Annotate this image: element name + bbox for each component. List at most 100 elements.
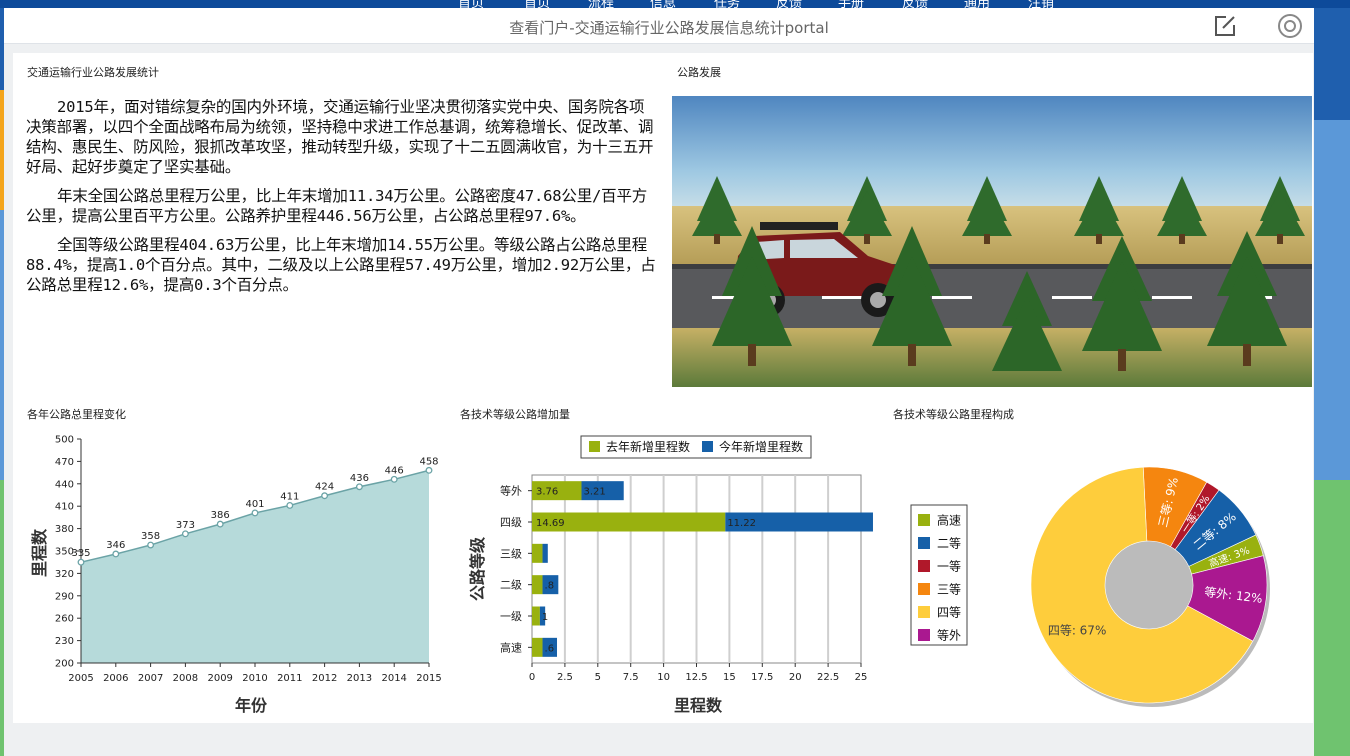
- data-point: [321, 492, 329, 500]
- y-tick-label: 230: [55, 636, 74, 647]
- x-axis-title: 里程数: [674, 696, 723, 715]
- slice-label: 四等: 67%: [1048, 623, 1107, 637]
- data-label: 458: [419, 456, 438, 467]
- data-point: [181, 530, 189, 538]
- x-tick-label: 15: [723, 672, 736, 683]
- nav-item[interactable]: 首页: [458, 0, 484, 8]
- bar-segment-last-year: [532, 606, 540, 626]
- road-photo: [672, 96, 1312, 387]
- bar-segment-last-year: [532, 637, 543, 657]
- edit-icon: [1215, 16, 1235, 36]
- y-tick-label: 470: [55, 457, 74, 468]
- top-navigation: 首页 首页 流程 信息 任务 反馈 手册 反馈 通用 注销: [0, 0, 1350, 8]
- legend-label: 三等: [937, 583, 961, 597]
- desktop-edge-right: [1314, 0, 1350, 756]
- y-tick-label: 440: [55, 479, 74, 490]
- data-label: 411: [280, 491, 299, 502]
- legend-label: 今年新增里程数: [719, 439, 803, 454]
- stats-article: 2015年，面对错综复杂的国内外环境，交通运输行业坚决贯彻落实党中央、国务院各项…: [26, 97, 658, 304]
- category-label: 三级: [500, 547, 522, 560]
- data-point: [286, 502, 294, 509]
- x-tick-label: 20: [789, 672, 802, 683]
- x-axis-title: 年份: [235, 696, 268, 715]
- legend-label: 一等: [937, 560, 961, 574]
- x-tick-label: 2014: [381, 673, 406, 684]
- x-tick-label: 2006: [103, 673, 128, 684]
- legend-swatch: [702, 441, 713, 452]
- data-point: [216, 520, 224, 528]
- data-label: 346: [106, 540, 125, 551]
- target-button[interactable]: [1276, 12, 1304, 40]
- portal-window: 查看门户-交通运输行业公路发展信息统计portal 交通运输行业公路发展统计 2…: [4, 8, 1314, 756]
- legend-label: 等外: [937, 629, 961, 643]
- legend-swatch: [589, 441, 600, 452]
- nav-item[interactable]: 任务: [714, 0, 740, 8]
- bar-label: 1: [542, 612, 548, 623]
- y-tick-label: 500: [55, 435, 74, 446]
- nav-item[interactable]: 流程: [588, 0, 614, 8]
- bar-segment-this-year: [542, 543, 548, 563]
- data-label: 386: [211, 510, 230, 521]
- bar-label: .6: [545, 643, 555, 654]
- edit-button[interactable]: [1212, 13, 1238, 39]
- x-tick-label: 2012: [312, 673, 337, 684]
- donut-chart: 高速二等一等三等四等等外高速: 3%二等: 8%一等: 2%三等: 9%四等: …: [910, 466, 1270, 707]
- data-label: 401: [245, 499, 264, 510]
- x-tick-label: 0: [529, 672, 535, 683]
- area-chart-title: 各年公路总里程变化: [27, 408, 126, 421]
- category-label: 四级: [500, 516, 522, 529]
- data-point: [147, 541, 155, 549]
- x-tick-label: 10: [657, 672, 670, 683]
- bar-label: 3.21: [583, 487, 605, 498]
- area-chart: 2002302602903203503804104404705002005 200…: [30, 435, 442, 716]
- nav-item[interactable]: 手册: [838, 0, 864, 8]
- category-label: 二级: [500, 579, 522, 592]
- nav-item[interactable]: 反馈: [776, 0, 802, 8]
- x-tick-label: 2015: [416, 673, 441, 684]
- nav-item[interactable]: 首页: [524, 0, 550, 8]
- y-tick-label: 320: [55, 569, 74, 580]
- y-tick-label: 260: [55, 614, 74, 625]
- category-label: 高速: [500, 640, 522, 654]
- stats-paragraph: 年末全国公路总里程万公里，比上年末增加11.34万公里。公路密度47.68公里/…: [26, 187, 648, 225]
- x-tick-label: 17.5: [751, 672, 773, 683]
- x-tick-label: 25: [855, 672, 868, 683]
- nav-item[interactable]: 反馈: [902, 0, 928, 8]
- bar-chart-title: 各技术等级公路增加量: [460, 408, 570, 421]
- nav-item[interactable]: 信息: [650, 0, 676, 8]
- data-point: [251, 509, 259, 517]
- legend-swatch: [918, 606, 930, 618]
- legend-swatch: [918, 583, 930, 595]
- bar-label: 11.22: [727, 518, 756, 529]
- legend-label: 去年新增里程数: [606, 439, 690, 454]
- category-label: 等外: [500, 484, 522, 498]
- x-tick-label: 2.5: [557, 672, 573, 683]
- stats-paragraph: 全国等级公路里程404.63万公里，比上年末增加14.55万公里。等级公路占公路…: [26, 236, 656, 294]
- x-tick-label: 2010: [242, 673, 267, 684]
- y-axis-title: 里程数: [30, 528, 49, 577]
- photo-panel-title: 公路发展: [677, 66, 721, 79]
- bar-segment-last-year: [532, 575, 543, 595]
- bar-chart: 0 2.5 5 7.5 10 12.5 15 17.5 20 22.5 25 等外 3.76 3.21 四级…: [468, 435, 873, 715]
- legend-swatch: [918, 514, 930, 526]
- stats-paragraph: 2015年，面对错综复杂的国内外环境，交通运输行业坚决贯彻落实党中央、国务院各项…: [26, 98, 654, 176]
- road-illustration: [672, 96, 1312, 387]
- y-tick-label: 200: [55, 659, 74, 670]
- data-label: 358: [141, 531, 160, 542]
- x-tick-label: 2011: [277, 673, 302, 684]
- nav-item[interactable]: 注销: [1028, 0, 1054, 8]
- nav-item[interactable]: 通用: [964, 0, 990, 8]
- legend-label: 二等: [937, 537, 961, 551]
- x-tick-label: 22.5: [817, 672, 839, 683]
- legend-swatch: [918, 537, 930, 549]
- legend-label: 高速: [937, 513, 961, 528]
- legend-label: 四等: [937, 606, 961, 620]
- data-label: 424: [315, 482, 334, 493]
- x-tick-label: 7.5: [623, 672, 639, 683]
- data-label: 436: [350, 473, 369, 484]
- x-tick-label: 2013: [347, 673, 372, 684]
- y-tick-label: 410: [55, 502, 74, 513]
- x-tick-label: 12.5: [685, 672, 707, 683]
- x-tick-label: 2009: [207, 673, 232, 684]
- y-axis-title: 公路等级: [468, 536, 487, 601]
